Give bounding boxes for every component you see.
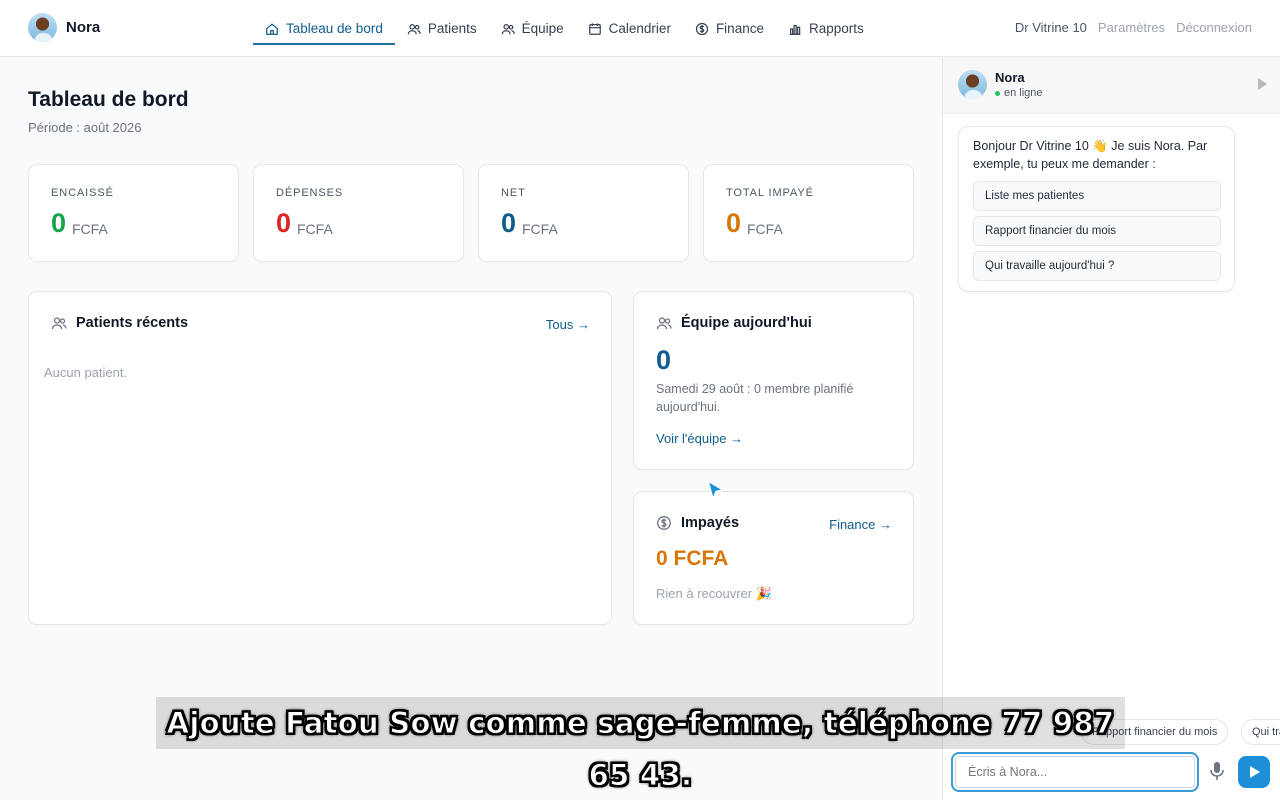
quick-chip[interactable]: Qui travaille aujourd'hui ? <box>1241 719 1280 745</box>
stat-label: TOTAL IMPAYÉ <box>726 187 814 199</box>
card-title: Équipe aujourd'hui <box>681 315 812 331</box>
brand-name: Nora <box>66 19 101 36</box>
stat-value: 0 <box>51 208 67 238</box>
nav-patients[interactable]: Patients <box>395 0 489 57</box>
home-icon <box>266 22 278 35</box>
finance-link[interactable]: Finance → <box>829 517 892 532</box>
empty-state: Aucun patient. <box>44 365 128 380</box>
nav-rapports[interactable]: Rapports <box>776 0 876 57</box>
suggestion-button[interactable]: Qui travaille aujourd'hui ? <box>973 251 1221 281</box>
unpaid-amount: 0 FCFA <box>656 547 729 570</box>
nav-label: Calendrier <box>608 21 671 36</box>
card-header: Impayés <box>656 515 739 531</box>
suggestion-button[interactable]: Liste mes patientes <box>973 181 1221 211</box>
nav-label: Finance <box>715 21 764 36</box>
assistant-message: Bonjour Dr Vitrine 10 👋 Je suis Nora. Pa… <box>958 126 1235 292</box>
chat-input-wrapper <box>951 752 1199 792</box>
brand[interactable]: Nora <box>28 13 100 42</box>
team-count: 0 <box>656 345 672 375</box>
team-today-card: Équipe aujourd'hui 0 Samedi 29 août : 0 … <box>633 291 914 470</box>
stat-card-encaisse: ENCAISSÉ 0 FCFA <box>28 164 239 262</box>
card-title: Impayés <box>681 515 740 531</box>
chat-panel: Nora en ligne Bonjour Dr Vitrine 10 👋 Je… <box>942 58 1280 800</box>
chat-status: en ligne <box>995 87 1043 99</box>
status-text: en ligne <box>1004 87 1043 99</box>
stat-value: 0 <box>726 208 742 238</box>
dashboard-main: Tableau de bord Période : août 2026 ENCA… <box>0 58 942 800</box>
recent-patients-card: Patients récents Tous → Aucun patient. <box>28 291 612 625</box>
chat-header: Nora en ligne <box>943 58 1280 114</box>
period-label: Période : août 2026 <box>28 120 142 135</box>
stat-currency: FCFA <box>747 221 783 237</box>
all-patients-link[interactable]: Tous → <box>546 317 590 332</box>
dollar-icon <box>695 22 709 35</box>
nav-label: Rapports <box>808 21 864 36</box>
see-team-link[interactable]: Voir l'équipe → <box>656 431 743 446</box>
chart-icon <box>789 24 801 35</box>
stat-card-total-impaye: TOTAL IMPAYÉ 0 FCFA <box>703 164 914 262</box>
nav-tableau-de-bord[interactable]: Tableau de bord <box>253 0 395 57</box>
nora-avatar <box>958 70 987 99</box>
cursor-icon <box>707 480 724 500</box>
stat-label: ENCAISSÉ <box>51 187 114 199</box>
logout-link[interactable]: Déconnexion <box>1176 20 1252 35</box>
chat-name: Nora <box>995 70 1025 85</box>
users-icon <box>407 23 421 34</box>
nav-calendrier[interactable]: Calendrier <box>576 0 683 57</box>
suggestion-button[interactable]: Rapport financier du mois <box>973 216 1221 246</box>
card-header: Patients récents <box>51 315 188 331</box>
nav-label: Tableau de bord <box>286 21 383 36</box>
stat-card-net: NET 0 FCFA <box>478 164 689 262</box>
microphone-icon[interactable] <box>1208 761 1226 781</box>
nav-equipe[interactable]: Équipe <box>489 0 576 57</box>
stat-value: 0 <box>276 208 292 238</box>
subtitle-caption: Ajoute Fatou Sow comme sage-femme, télép… <box>156 697 1125 793</box>
greeting-text: Bonjour Dr Vitrine 10 👋 Je suis Nora. Pa… <box>973 139 1208 171</box>
collapse-panel-icon[interactable] <box>1258 78 1267 90</box>
unpaid-card: Impayés Finance → 0 FCFA Rien à recouvre… <box>633 491 914 625</box>
stat-currency: FCFA <box>297 221 333 237</box>
card-title: Patients récents <box>76 315 189 331</box>
user-menu: Dr Vitrine 10 Paramètres Déconnexion <box>1015 20 1252 35</box>
send-button[interactable] <box>1238 756 1270 788</box>
stat-value: 0 <box>501 208 517 238</box>
nav-label: Patients <box>427 21 477 36</box>
stat-label: NET <box>501 187 526 199</box>
team-icon <box>656 317 672 330</box>
settings-link[interactable]: Paramètres <box>1098 20 1165 35</box>
online-dot-icon <box>995 90 1000 96</box>
team-icon <box>501 23 515 34</box>
chat-input[interactable] <box>955 756 1195 788</box>
team-description: Samedi 29 août : 0 membre planifié aujou… <box>656 382 854 414</box>
page-title: Tableau de bord <box>28 88 189 111</box>
unpaid-note: Rien à recouvrer 🎉 <box>656 586 772 601</box>
nav-finance[interactable]: Finance <box>683 0 776 57</box>
calendar-icon <box>588 22 601 35</box>
stat-card-depenses: DÉPENSES 0 FCFA <box>253 164 464 262</box>
user-name[interactable]: Dr Vitrine 10 <box>1015 20 1087 35</box>
card-header: Équipe aujourd'hui <box>656 315 812 331</box>
top-navbar: Nora Tableau de bord Patients Équipe Cal… <box>0 0 1280 57</box>
users-icon <box>51 317 67 330</box>
dollar-icon <box>657 516 671 530</box>
nav-label: Équipe <box>521 21 564 36</box>
stat-label: DÉPENSES <box>276 187 344 199</box>
nora-avatar <box>28 13 57 42</box>
stat-currency: FCFA <box>522 221 558 237</box>
stat-currency: FCFA <box>72 221 108 237</box>
main-nav: Tableau de bord Patients Équipe Calendri… <box>253 0 876 57</box>
